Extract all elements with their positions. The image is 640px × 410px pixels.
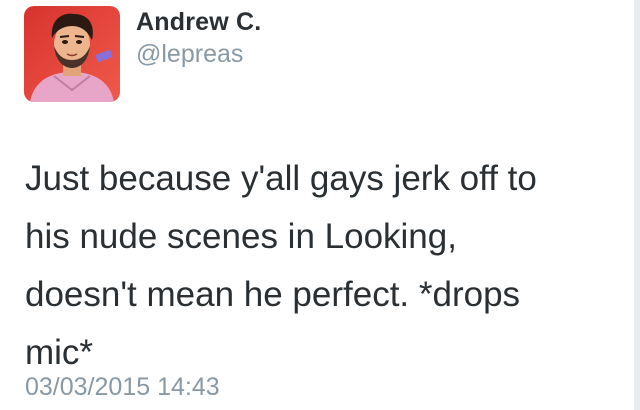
tweet-timestamp[interactable]: 03/03/2015 14:43 bbox=[25, 373, 220, 402]
tweet-card: Andrew C. @lepreas Just because y'all ga… bbox=[0, 0, 640, 410]
avatar[interactable] bbox=[24, 6, 120, 102]
avatar-illustration bbox=[24, 6, 120, 102]
author-display-name[interactable]: Andrew C. bbox=[136, 8, 261, 37]
tweet-text: Just because y'all gays jerk off to his … bbox=[25, 159, 537, 372]
scrollbar-edge bbox=[634, 0, 640, 410]
author-handle[interactable]: @lepreas bbox=[136, 40, 243, 69]
